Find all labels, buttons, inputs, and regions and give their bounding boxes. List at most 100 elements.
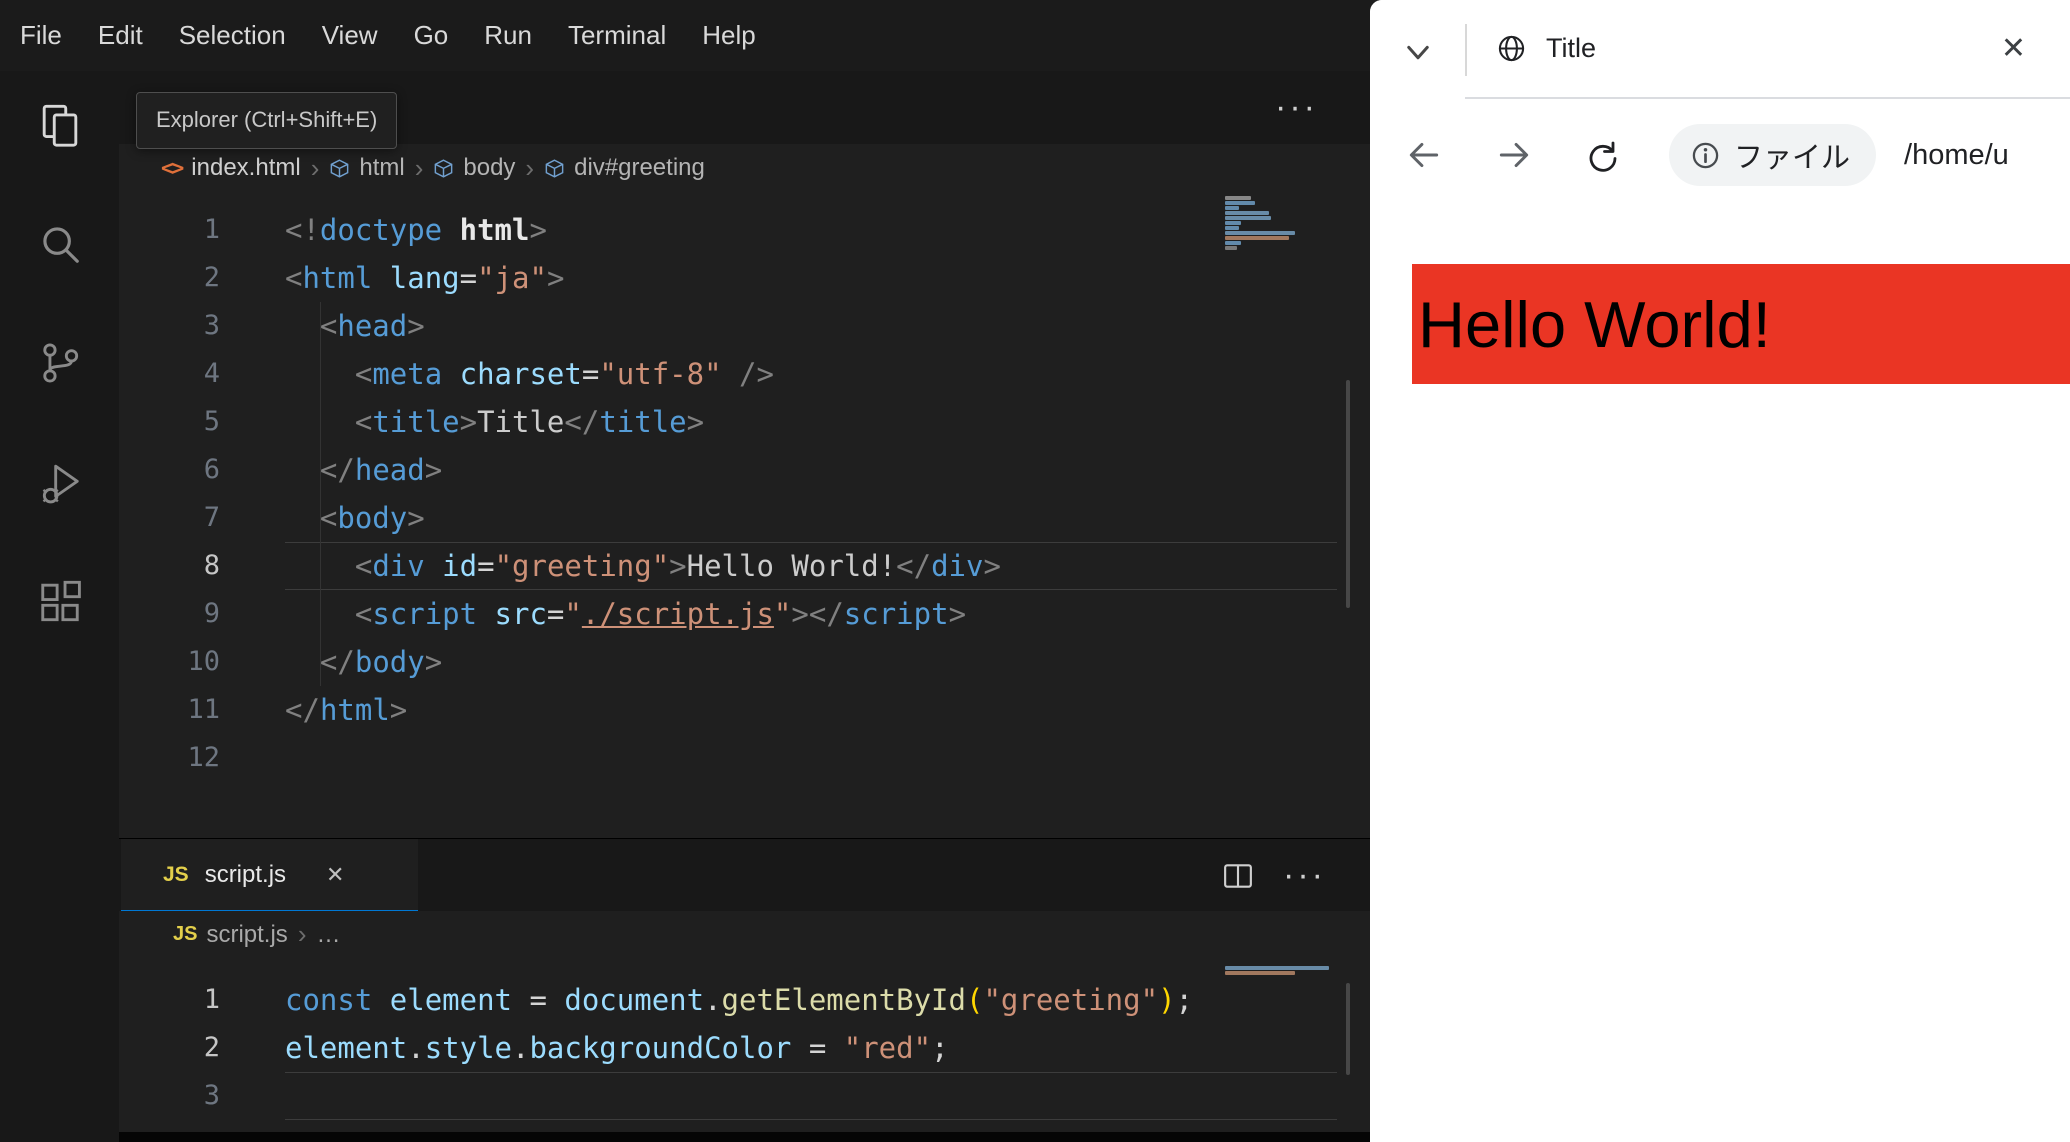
code-token: >	[389, 693, 408, 727]
editor-html[interactable]: 1 <!doctype html> 2 <html lang="ja"> 3 <head…	[119, 192, 1370, 838]
breadcrumb-html[interactable]: html	[327, 154, 406, 182]
site-info-chip[interactable]: ファイル	[1669, 124, 1877, 186]
breadcrumb-label: div#greeting	[574, 154, 705, 181]
minimap[interactable]	[1225, 196, 1295, 251]
tab-title: Title	[1546, 33, 1597, 63]
breadcrumb-separator: ›	[297, 919, 307, 949]
menu-go[interactable]: Go	[396, 20, 467, 51]
split-editor-button[interactable]	[1223, 863, 1253, 889]
files-icon	[42, 104, 77, 147]
more-actions-button[interactable]: ···	[1283, 856, 1326, 895]
code-line-3[interactable]: 3	[119, 1072, 1370, 1120]
minimap-line	[1225, 971, 1295, 975]
activity-run-debug-button[interactable]	[36, 458, 84, 506]
code-token: ;	[1175, 983, 1193, 1017]
tab-script-js[interactable]: JS script.js ✕	[121, 839, 418, 912]
code-token: <	[564, 405, 582, 439]
code-line-6[interactable]: 6 </head>	[119, 446, 1370, 494]
line-number: 3	[203, 1080, 220, 1111]
code-line-11[interactable]: 11 </html>	[119, 686, 1370, 734]
code-token: />	[739, 357, 774, 391]
code-text: element.style.backgroundColor = "red";	[285, 1024, 1370, 1072]
code-line-5[interactable]: 5 <title>Title</title>	[119, 398, 1370, 446]
line-number: 2	[203, 262, 220, 293]
code-text: <body>	[285, 494, 1370, 542]
code-line-1[interactable]: 1 const element = document.getElementById…	[119, 976, 1370, 1024]
tab-close-button[interactable]: ✕	[2001, 33, 2026, 64]
code-token: head	[354, 453, 425, 487]
scrollbar-thumb[interactable]	[1346, 983, 1350, 1075]
activity-extensions-button[interactable]	[36, 577, 84, 625]
code-token: html	[319, 693, 390, 727]
minimap-line	[1225, 211, 1269, 215]
code-token: (	[965, 983, 984, 1017]
tab-search-button[interactable]	[1400, 34, 1436, 70]
minimap-line	[1225, 236, 1289, 240]
activity-explorer-button[interactable]	[36, 101, 84, 149]
code-text: <meta charset="utf-8" />	[285, 350, 1370, 398]
code-line-12[interactable]: 12	[119, 734, 1370, 782]
code-line-4[interactable]: 4 <meta charset="utf-8" />	[119, 350, 1370, 398]
menu-selection[interactable]: Selection	[161, 20, 304, 51]
code-token: "red"	[843, 1031, 932, 1065]
code-token: =	[459, 261, 478, 295]
breadcrumb--[interactable]: …	[314, 921, 342, 949]
code-line-9[interactable]: 9 <script src="./script.js"></script>	[119, 590, 1370, 638]
code-token: <	[319, 501, 338, 535]
browser-window: Title ✕ ファイル /home/u Hello World!	[1370, 0, 2070, 1142]
code-token: html	[459, 213, 530, 247]
menu-edit[interactable]: Edit	[80, 20, 161, 51]
code-token: id	[424, 549, 478, 583]
code-text: </head>	[285, 446, 1370, 494]
menu-help[interactable]: Help	[684, 20, 773, 51]
minimap-line	[1225, 966, 1329, 970]
code-line-7[interactable]: 7 <body>	[119, 494, 1370, 542]
activity-source-control-button[interactable]	[36, 339, 84, 387]
editor-js[interactable]: 1 const element = document.getElementById…	[119, 958, 1370, 1132]
code-token: .	[704, 983, 722, 1017]
menu-view[interactable]: View	[304, 20, 396, 51]
browser-tab[interactable]: Title ✕	[1467, 0, 2070, 97]
window-edge	[119, 1132, 1370, 1142]
page-content: Hello World!	[1370, 211, 2070, 1142]
code-line-2[interactable]: 2 <html lang="ja">	[119, 254, 1370, 302]
reload-button[interactable]	[1583, 137, 1619, 173]
minimap[interactable]	[1225, 966, 1329, 976]
menu-run[interactable]: Run	[466, 20, 550, 51]
menu-file[interactable]: File	[2, 20, 80, 51]
breadcrumb-index-html[interactable]: <> index.html	[159, 154, 303, 182]
activity-search-button[interactable]	[36, 220, 84, 268]
code-token: src	[477, 597, 547, 631]
url-text[interactable]: /home/u	[1904, 139, 2009, 172]
code-token: <	[319, 453, 338, 487]
minimap-line	[1225, 246, 1237, 250]
breadcrumb-script-js[interactable]: JS script.js	[171, 921, 290, 949]
code-line-10[interactable]: 10 </body>	[119, 638, 1370, 686]
line-number: 1	[203, 984, 220, 1015]
code-line-1[interactable]: 1 <!doctype html>	[119, 206, 1370, 254]
breadcrumb-div-greeting[interactable]: div#greeting	[542, 154, 707, 182]
code-line-8[interactable]: 8 <div id="greeting">Hello World!</div>	[119, 542, 1370, 590]
code-token: body	[354, 645, 425, 679]
forward-button[interactable]	[1495, 136, 1533, 174]
breadcrumb-body[interactable]: body	[431, 154, 517, 182]
code-token: div	[931, 549, 984, 583]
more-actions-button[interactable]: ···	[1275, 71, 1318, 144]
line-number: 6	[203, 454, 220, 485]
code-line-3[interactable]: 3 <head>	[119, 302, 1370, 350]
line-number: 9	[203, 598, 220, 629]
tab-close-icon[interactable]: ✕	[326, 862, 344, 888]
code-text: const element = document.getElementById(…	[285, 976, 1370, 1024]
menu-terminal[interactable]: Terminal	[550, 20, 684, 51]
code-text	[285, 1072, 1370, 1120]
code-line-2[interactable]: 2 element.style.backgroundColor = "red";	[119, 1024, 1370, 1072]
code-token: =	[791, 1031, 844, 1065]
back-button[interactable]	[1405, 136, 1443, 174]
code-token: >	[983, 549, 1001, 583]
minimap-line	[1225, 226, 1239, 230]
explorer-tooltip: Explorer (Ctrl+Shift+E)	[136, 92, 398, 149]
scrollbar-thumb[interactable]	[1346, 380, 1350, 608]
code-token: script	[843, 597, 949, 631]
